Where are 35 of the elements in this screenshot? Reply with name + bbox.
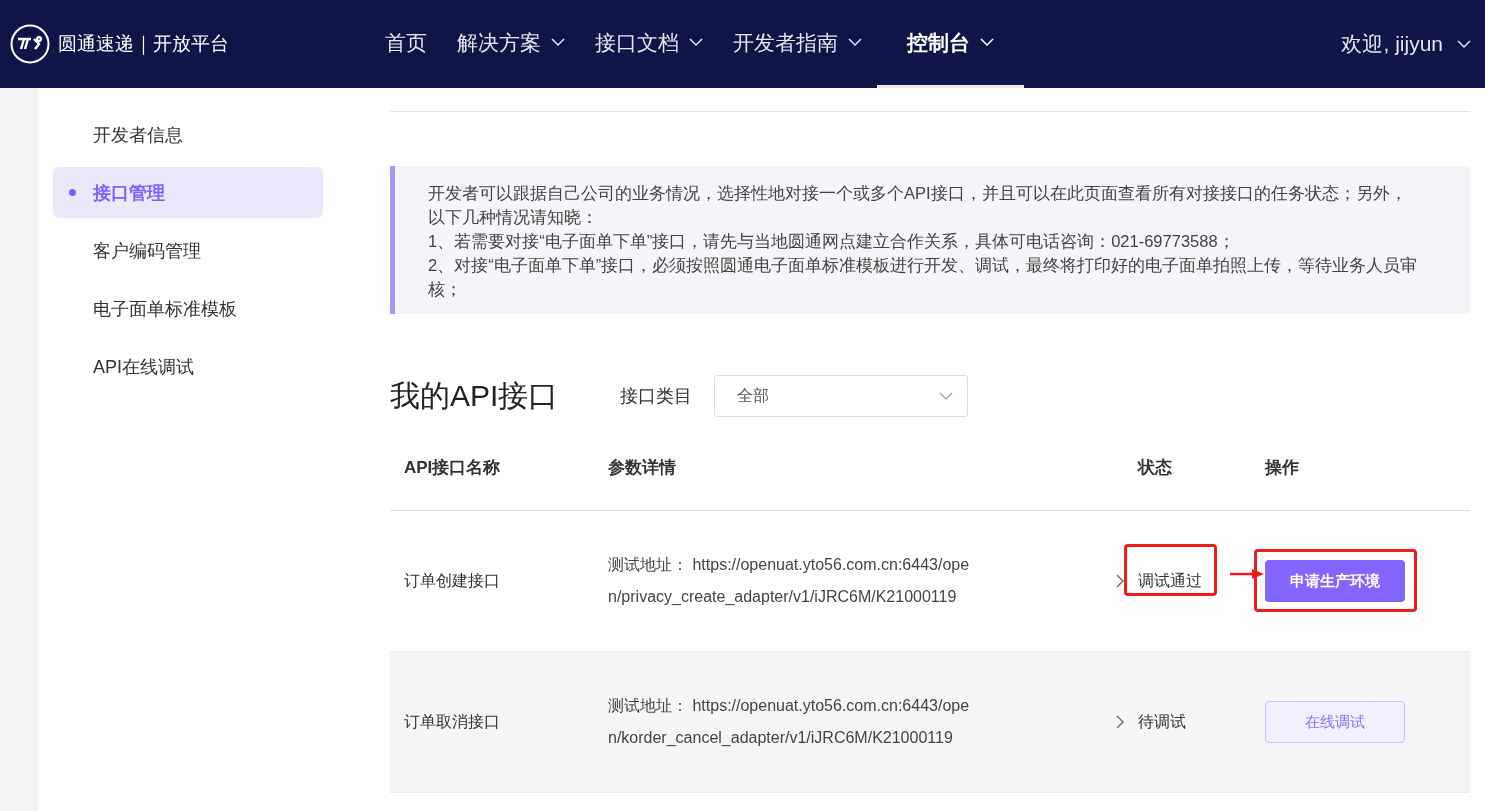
notice-text: 开发者可以跟据自己公司的业务情况，选择性地对接一个或多个API接口，并且可以在此页面查看所有对接接口的任务状态；另外，以下几种情况请知晓： xyxy=(428,183,1408,228)
column-header: API接口名称 xyxy=(404,456,502,479)
arrow-icon xyxy=(1230,568,1264,579)
nav-item[interactable]: 开发者指南 xyxy=(718,0,877,88)
chevron-icon[interactable] xyxy=(1116,715,1124,729)
table-cell-text: 测试地址： https://openuat.yto56.com.cn:6443/open/korder_cancel_adapter/v1/iJRC6M/K21000119 xyxy=(608,696,971,748)
nav-item[interactable]: 接口文档 xyxy=(580,0,718,88)
table-cell-text: 订单取消接口 xyxy=(404,711,501,732)
sidebar-item[interactable]: 客户编码管理 xyxy=(53,225,323,276)
section-title: 我的API接口 xyxy=(390,377,560,414)
sidebar-item[interactable]: 开发者信息 xyxy=(53,109,323,160)
column-header: 操作 xyxy=(1265,456,1300,479)
chevron-icon[interactable] xyxy=(1116,574,1124,588)
filter-label: 接口类目 xyxy=(620,385,692,408)
logo-icon xyxy=(10,24,50,64)
caret-icon xyxy=(939,391,953,401)
bullet-icon xyxy=(69,189,76,196)
sidebar-item[interactable]: 接口管理 xyxy=(53,167,323,218)
table-cell-text: 测试地址： https://openuat.yto56.com.cn:6443/open/privacy_create_adapter/v1/iJRC6M/K21000119 xyxy=(608,555,971,607)
nav-item[interactable]: 解决方案 xyxy=(442,0,580,88)
notice-text: 2、对接“电子面单下单”接口，必须按照圆通电子面单标准模板进行开发、调试，最终将打印好的电子面单拍照上传，等待业务人员审核； xyxy=(428,255,1419,300)
brand-title: 圆通速递｜开放平台 xyxy=(58,32,229,57)
table-cell-text: 订单创建接口 xyxy=(404,570,501,591)
sidebar-item[interactable]: API在线调试 xyxy=(53,341,323,392)
status-text: 调试通过 xyxy=(1138,570,1202,591)
column-header: 参数详情 xyxy=(608,456,677,479)
caret-icon xyxy=(1457,39,1471,49)
user-menu[interactable]: 欢迎, jijyun xyxy=(1341,30,1485,58)
nav-item[interactable]: 首页 xyxy=(370,0,442,88)
status-text: 待调试 xyxy=(1138,711,1186,732)
notice-text: 1、若需要对接“电子面单下单”接口，请先与当地圆通网点建立合作关系，具体可电话咨询：021-69773588； xyxy=(428,231,1236,252)
sidebar-item[interactable]: 电子面单标准模板 xyxy=(53,283,323,334)
category-select[interactable]: 全部 xyxy=(714,375,968,417)
column-header: 状态 xyxy=(1138,456,1173,479)
action-button[interactable]: 申请生产环境 xyxy=(1265,560,1405,602)
